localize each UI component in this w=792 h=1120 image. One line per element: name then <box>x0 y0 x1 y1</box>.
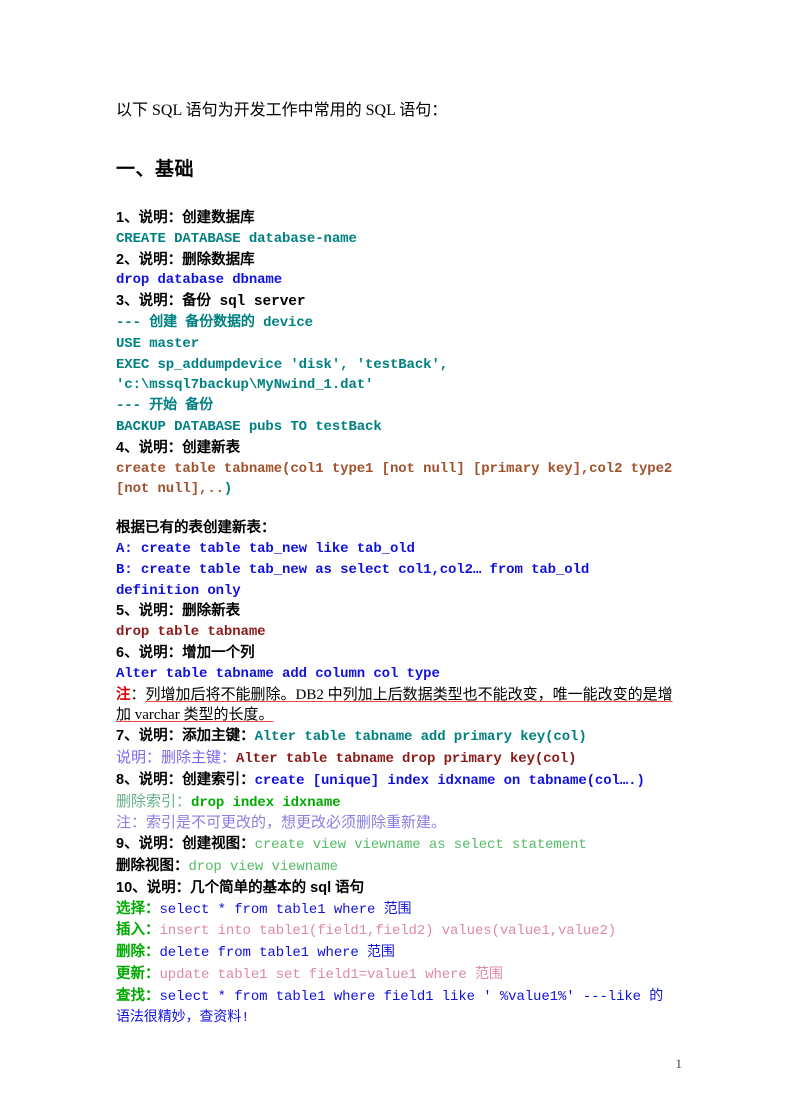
item-8-note: 注：索引是不可更改的，想更改必须删除重新建。 <box>116 815 447 832</box>
item-10-label-search: 查找： <box>116 987 160 1004</box>
item-7-sub-row: 说明：删除主键：Alter table tabname drop primary… <box>116 748 676 770</box>
item-3-header-label: 3、说明： <box>116 293 183 310</box>
item-9-row: 9、说明：创建视图：create view viewname as select… <box>116 834 676 856</box>
item-8-code: create [unique] index idxname on tabname… <box>254 772 645 789</box>
item-10-code-insert: insert into table1(field1,field2) values… <box>159 923 617 940</box>
item-9-code: create view viewname as select statement <box>254 837 587 854</box>
item-4b-code-b: B: create table tab_new as select col1,c… <box>116 561 590 599</box>
item-10-row-search: 查找：select * from table1 where field1 lik… <box>116 986 676 1030</box>
item-7-code: Alter table tabname add primary key(col) <box>254 729 587 746</box>
page-number: 1 <box>675 1056 683 1071</box>
item-10-label-insert: 插入： <box>116 922 160 939</box>
item-8-sub-row: 删除索引：drop index idxname <box>116 792 676 814</box>
item-2-header: 2、说明：删除数据库 <box>116 251 255 268</box>
item-10-row-update: 更新：update table1 set field1=value1 where… <box>116 964 676 986</box>
note-separator: ： <box>130 686 146 703</box>
item-10-label-update: 更新： <box>116 965 160 982</box>
item-10-code-select: select * from table1 where 范围 <box>159 901 412 918</box>
item-6-note: 注：列增加后将不能删除。DB2 中列加上后数据类型也不能改变，唯一能改变的是增加… <box>116 685 676 727</box>
item-5-header: 5、说明：删除新表 <box>116 603 241 620</box>
item-10-header: 10、说明：几个简单的基本的 sql 语句 <box>116 879 365 896</box>
item-1-code: CREATE DATABASE database-name <box>116 230 357 247</box>
item-10-code-search: select * from table1 where field1 like '… <box>116 988 664 1027</box>
note-text: 列增加后将不能删除。DB2 中列加上后数据类型也不能改变，唯一能改变的是增加 v… <box>116 686 673 724</box>
item-9-header: 9、说明：创建视图： <box>116 836 255 853</box>
note-label: 注 <box>116 686 131 703</box>
item-8-header: 8、说明：创建索引： <box>116 771 255 788</box>
item-10-row-insert: 插入：insert into table1(field1,field2) val… <box>116 920 676 942</box>
item-4-code: create table tabname(col1 type1 [not nul… <box>116 459 676 501</box>
item-1-header: 1、说明：创建数据库 <box>116 210 255 226</box>
item-5-code: drop table tabname <box>116 624 266 641</box>
item-3-code-1: USE master <box>116 335 200 352</box>
item-4-header: 4、说明：创建新表 <box>116 439 241 456</box>
item-6-code: Alter table tabname add column col type <box>116 665 440 682</box>
item-3-comment-1: --- 创建 备份数据的 device <box>116 314 313 331</box>
item-7-row: 7、说明：添加主键：Alter table tabname add primar… <box>116 726 676 748</box>
item-7-sub-label-2: 删除主键： <box>161 749 237 766</box>
item-3-code-2: EXEC sp_addumpdevice 'disk', 'testBack',… <box>116 356 449 394</box>
item-2-code: drop database dbname <box>116 272 283 289</box>
item-10-code-delete: delete from table1 where 范围 <box>159 945 395 962</box>
item-10-row-delete: 删除：delete from table1 where 范围 <box>116 942 676 964</box>
item-8-sub-code: drop index idxname <box>191 794 341 811</box>
item-9-sub-code: drop view viewname <box>188 858 339 875</box>
item-4b-code-a: A: create table tab_new like tab_old <box>116 540 415 557</box>
item-10-row-select: 选择：select * from table1 where 范围 <box>116 899 676 921</box>
item-4-code-main: create table tabname(col1 type1 [not nul… <box>116 460 673 498</box>
item-4-code-tail: ) <box>223 481 233 498</box>
item-3-header: 3、说明：备份 sql server <box>116 291 676 313</box>
document-body: 以下 SQL 语句为开发工作中常用的 SQL 语句： 一、基础 1、说明：创建数… <box>116 100 676 1029</box>
item-3-header-code: 备份 sql server <box>182 294 306 311</box>
item-3-code-3: BACKUP DATABASE pubs TO testBack <box>116 418 382 435</box>
item-9-sub-label: 删除视图： <box>116 857 189 874</box>
item-7-header: 7、说明：添加主键： <box>116 728 255 745</box>
item-8-row: 8、说明：创建索引：create [unique] index idxname … <box>116 770 676 792</box>
item-4b-header: 根据已有的表创建新表： <box>116 520 276 537</box>
section-heading: 一、基础 <box>116 159 195 180</box>
intro-paragraph: 以下 SQL 语句为开发工作中常用的 SQL 语句： <box>116 102 448 119</box>
item-7-sub-label: 说明： <box>116 749 162 766</box>
item-3-comment-2: --- 开始 备份 <box>116 398 214 415</box>
item-10-code-update: update table1 set field1=value1 where 范围 <box>159 966 503 983</box>
item-7-sub-code: Alter table tabname drop primary key(col… <box>236 750 577 767</box>
item-8-sub-label: 删除索引： <box>116 793 192 810</box>
item-10-label-delete: 删除： <box>116 944 160 961</box>
item-6-header: 6、说明：增加一个列 <box>116 644 255 661</box>
item-10-label-select: 选择： <box>116 900 160 917</box>
document-page: 以下 SQL 语句为开发工作中常用的 SQL 语句： 一、基础 1、说明：创建数… <box>0 0 792 1120</box>
item-9-sub-row: 删除视图：drop view viewname <box>116 856 676 878</box>
